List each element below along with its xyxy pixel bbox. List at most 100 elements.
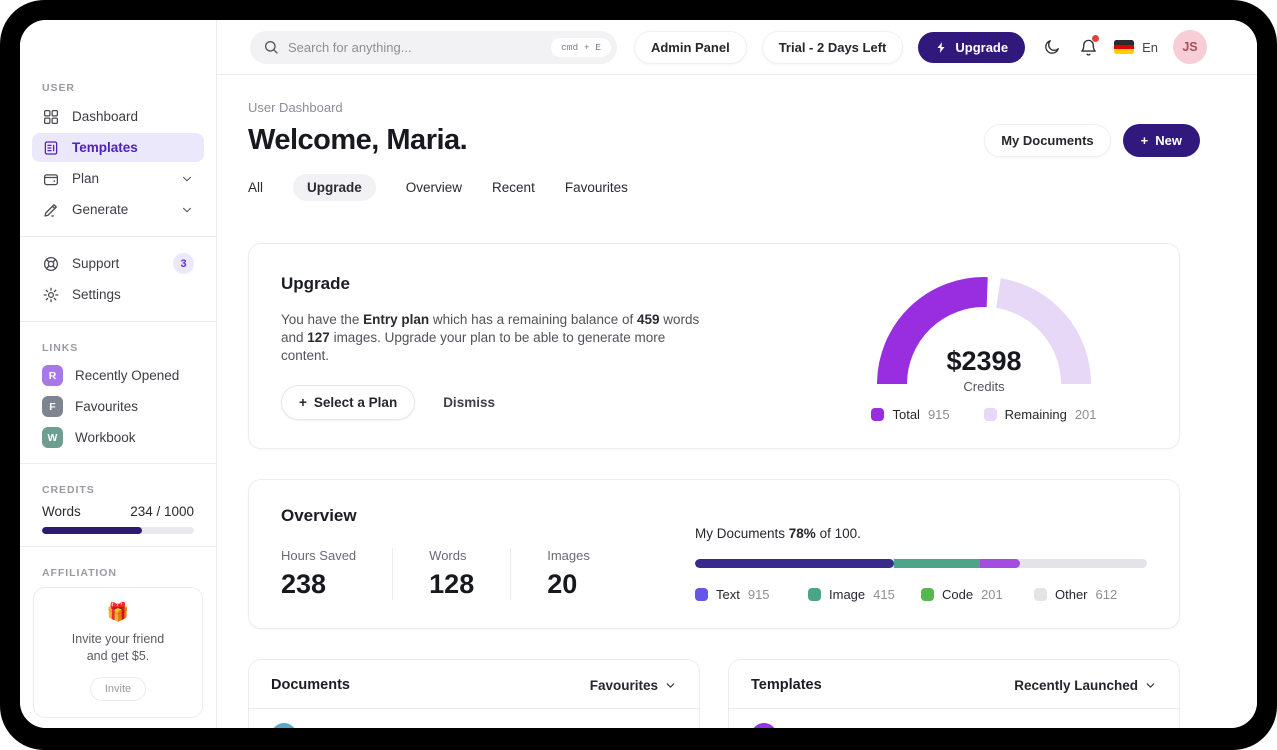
tab-recent[interactable]: Recent [492, 174, 535, 201]
dismiss-button[interactable]: Dismiss [443, 395, 495, 410]
legend-total: Total 915 [871, 407, 950, 422]
sidebar-item-label: Plan [72, 171, 100, 186]
german-flag-icon [1114, 40, 1135, 54]
stat-value: 20 [547, 569, 578, 599]
tab-overview[interactable]: Overview [406, 174, 462, 201]
legend-value: 201 [981, 587, 1003, 602]
sidebar-item-label: Dashboard [72, 109, 139, 124]
sidebar-link-recently-opened[interactable]: R Recently Opened [32, 362, 204, 389]
document-list-item[interactable]: Untitled Document in Workbook [249, 709, 699, 728]
breadcrumb: User Dashboard [248, 100, 343, 115]
sidebar-link-workbook[interactable]: W Workbook [32, 424, 204, 451]
support-badge: 3 [173, 253, 194, 274]
stat-hours-saved: Hours Saved 238 [281, 548, 392, 600]
affiliation-card: 🎁 Invite your friend and get $5. Invite [33, 587, 203, 718]
sidebar-section-links: LINKS [42, 342, 79, 354]
affiliation-text: Invite your friend and get $5. [44, 631, 192, 665]
legend-value: 915 [747, 587, 770, 602]
legend-swatch [695, 588, 708, 601]
legend-swatch [1034, 588, 1047, 601]
search-bar[interactable]: cmd + E [250, 30, 617, 64]
credits-progress-fill [42, 527, 143, 534]
tab-favourites[interactable]: Favourites [565, 174, 628, 201]
upgrade-button-label: Upgrade [955, 39, 1009, 55]
legend-value: 415 [873, 587, 895, 602]
stat-label: Words [429, 548, 467, 563]
gauge-caption: Credits [963, 379, 1005, 394]
sidebar-item-dashboard[interactable]: Dashboard [32, 102, 204, 131]
legend-name: Other [1055, 587, 1088, 602]
page-title: Welcome, Maria. [248, 124, 468, 156]
plan-name: Entry plan [363, 312, 430, 327]
stat-images: Images 20 [510, 548, 626, 600]
text: You have the [281, 312, 364, 327]
select-plan-label: Select a Plan [313, 395, 398, 411]
sidebar-item-support[interactable]: Support 3 [32, 249, 204, 278]
templates-filter-dropdown[interactable]: Recently Launched [1014, 678, 1157, 693]
search-input[interactable] [288, 39, 552, 55]
legend-remaining: Remaining 201 [983, 407, 1097, 422]
gauge-value: $2398 [946, 346, 1022, 376]
invite-button[interactable]: Invite [89, 676, 147, 701]
legend-value: 201 [1074, 407, 1097, 422]
sidebar-item-settings[interactable]: Settings [32, 280, 204, 309]
stat-value: 128 [429, 569, 475, 599]
template-list-item[interactable]: Blog Post Title in Workbook [729, 709, 1179, 728]
bar-segment-text [695, 559, 894, 568]
admin-panel-button[interactable]: Admin Panel [633, 30, 747, 64]
stat-value: 238 [281, 569, 327, 599]
gift-icon: 🎁 [106, 602, 130, 622]
new-button[interactable]: + New [1122, 124, 1200, 157]
overview-card-title: Overview [281, 506, 357, 525]
user-avatar[interactable]: JS [1173, 30, 1207, 64]
divider [20, 321, 216, 322]
sidebar-item-label: Settings [72, 287, 121, 302]
legend-name: Total [892, 407, 920, 422]
progress-caption: My Documents 78% of 100. [695, 526, 1147, 541]
device-frame: USER Dashboard Templates Plan Generate S… [0, 0, 1277, 750]
my-documents-button[interactable]: My Documents [984, 124, 1111, 157]
images-balance: 127 [307, 329, 330, 345]
tab-upgrade[interactable]: Upgrade [293, 174, 376, 201]
legend-name: Image [829, 587, 866, 602]
language-selector[interactable]: En [1114, 40, 1158, 55]
bar-segment-image [893, 559, 980, 568]
legend-value: 915 [927, 407, 950, 422]
tab-all[interactable]: All [248, 174, 263, 201]
dark-mode-toggle[interactable] [1040, 36, 1062, 58]
link-badge: W [42, 427, 63, 448]
documents-filter-dropdown[interactable]: Favourites [590, 678, 677, 693]
gear-icon [43, 287, 59, 302]
chevron-down-icon [183, 207, 191, 212]
filter-tabs: All Upgrade Overview Recent Favourites [248, 174, 1200, 201]
new-button-label: New [1155, 133, 1182, 148]
link-badge: F [42, 396, 63, 417]
sidebar-item-templates[interactable]: Templates [32, 133, 204, 162]
sidebar-link-favourites[interactable]: F Favourites [32, 393, 204, 420]
affiliation-line2: and get $5. [86, 648, 150, 663]
words-balance: 459 [636, 312, 660, 327]
select-plan-button[interactable]: + Select a Plan [281, 385, 416, 421]
upgrade-button[interactable]: Upgrade [918, 31, 1026, 63]
template-avatar [751, 723, 777, 728]
documents-card-title: Documents [271, 677, 350, 693]
legend-swatch [871, 408, 885, 421]
language-label: En [1142, 39, 1158, 55]
sidebar-item-plan[interactable]: Plan [32, 164, 204, 193]
legend-image: Image 415 [808, 587, 921, 602]
search-icon [265, 41, 278, 54]
notifications-button[interactable] [1077, 35, 1100, 58]
link-badge: R [42, 365, 63, 386]
upgrade-card-text: You have the Entry plan which has a rema… [281, 311, 711, 364]
divider [20, 546, 216, 547]
bar-segment-code [979, 559, 1021, 568]
sidebar: USER Dashboard Templates Plan Generate S… [20, 20, 217, 728]
legend-swatch [808, 588, 821, 601]
sidebar-item-generate[interactable]: Generate [32, 195, 204, 224]
trial-badge-button[interactable]: Trial - 2 Days Left [761, 30, 904, 64]
chevron-down-icon [666, 682, 675, 688]
documents-card: Documents Favourites Untitled Document i… [248, 659, 700, 728]
text: of 100. [815, 526, 861, 541]
templates-card-title: Templates [751, 677, 822, 693]
text: images. Upgrade your plan to be able to … [281, 329, 666, 363]
